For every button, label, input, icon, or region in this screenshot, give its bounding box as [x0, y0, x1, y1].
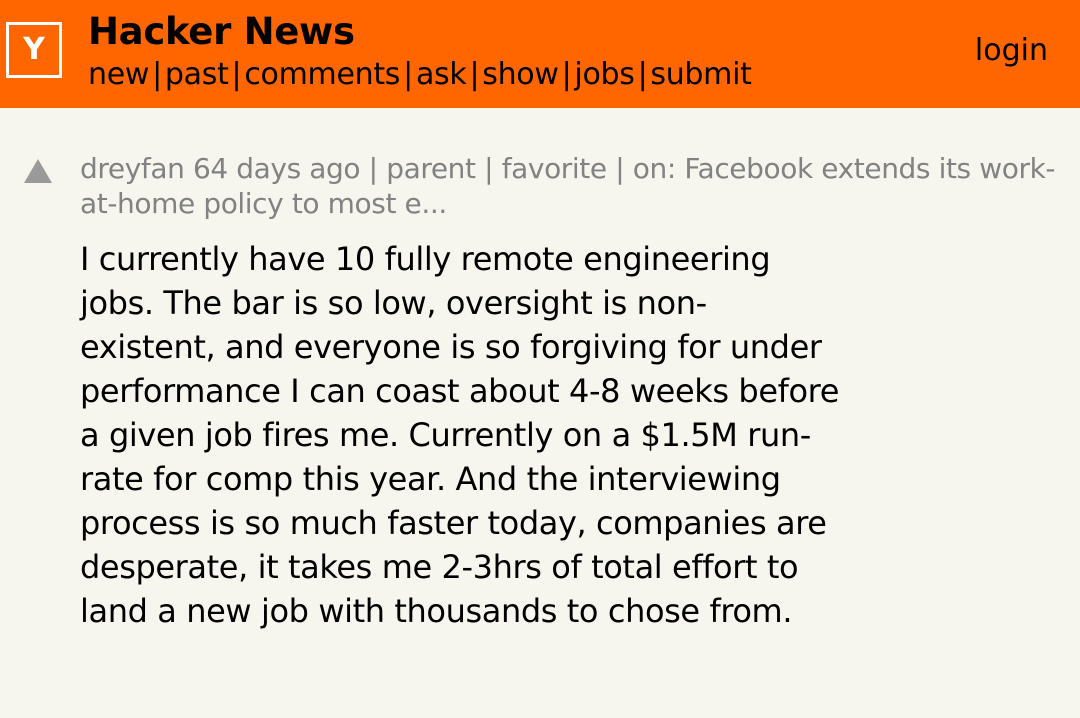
comment-text: I currently have 10 fully remote enginee…: [80, 240, 839, 630]
meta-separator: |: [615, 152, 625, 185]
nav-separator: |: [561, 57, 572, 92]
on-label: on:: [632, 152, 677, 185]
nav-ask[interactable]: ask: [416, 57, 467, 92]
nav-separator: |: [469, 57, 480, 92]
nav-past[interactable]: past: [165, 57, 229, 92]
upvote-arrow-icon[interactable]: [24, 159, 52, 183]
comment-age[interactable]: 64 days ago: [193, 152, 361, 185]
nav-new[interactable]: new: [88, 57, 149, 92]
site-title[interactable]: Hacker News: [88, 12, 355, 52]
favorite-link[interactable]: favorite: [502, 152, 607, 185]
comment-meta: dreyfan 64 days ago | parent | favorite …: [80, 151, 1065, 221]
hn-logo[interactable]: Y: [6, 22, 62, 78]
nav-separator: |: [403, 57, 413, 92]
login-link[interactable]: login: [975, 32, 1048, 70]
nav-separator: |: [231, 57, 242, 92]
nav-separator: |: [152, 57, 162, 92]
meta-separator: |: [368, 152, 378, 185]
nav-show[interactable]: show: [482, 57, 559, 92]
nav-comments[interactable]: comments: [244, 57, 400, 92]
comment-user[interactable]: dreyfan: [80, 152, 185, 185]
meta-separator: |: [484, 152, 494, 185]
top-bar: Y Hacker News new | past | comments | ask | show…: [0, 0, 1080, 108]
nav-links: new | past | comments | ask | show | jobs | submit: [88, 56, 752, 94]
nav-submit[interactable]: submit: [650, 57, 752, 92]
nav-jobs[interactable]: jobs: [574, 57, 634, 92]
parent-link[interactable]: parent: [386, 152, 476, 185]
nav-separator: |: [637, 57, 648, 92]
